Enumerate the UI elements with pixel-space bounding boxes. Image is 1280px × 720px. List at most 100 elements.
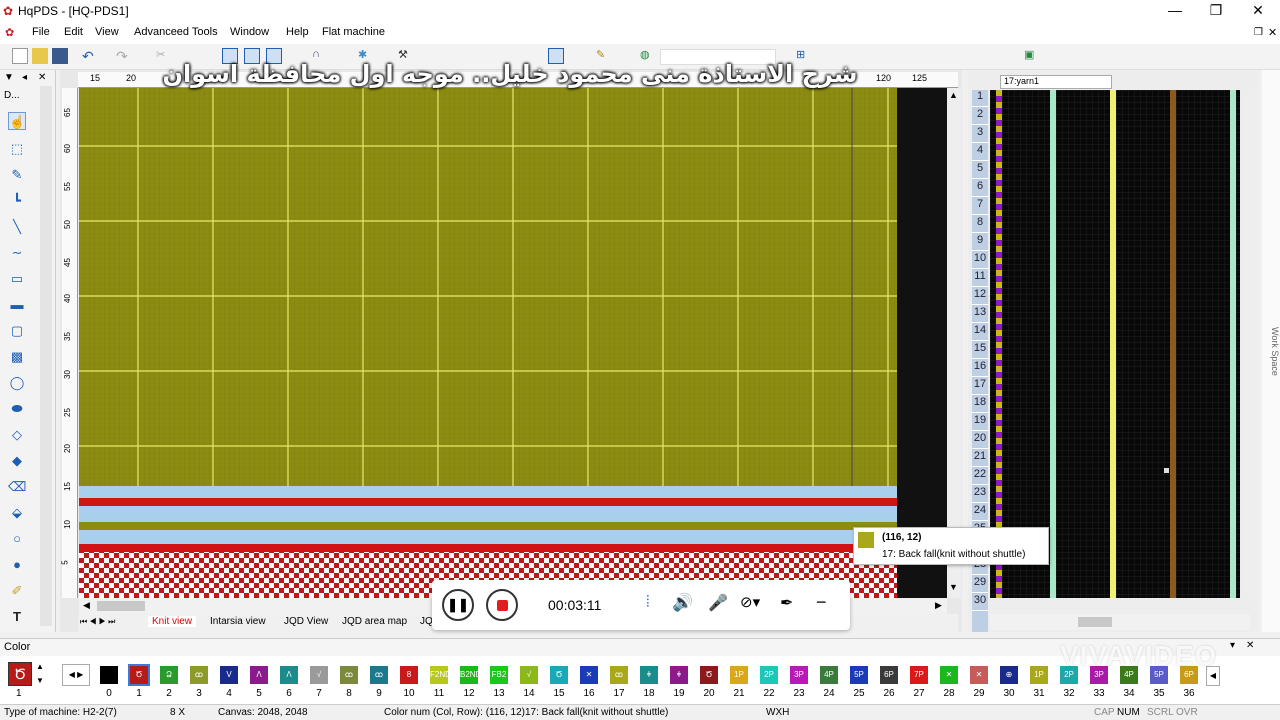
fill-eraser-icon[interactable]: ⬙ <box>8 504 26 522</box>
scroll-thumb[interactable] <box>1078 617 1112 627</box>
color-swatch[interactable]: Λ <box>280 666 298 684</box>
color-swatch[interactable]: ꝏ <box>370 666 388 684</box>
spin-up-icon[interactable]: ▲ <box>36 662 44 671</box>
microphone-icon[interactable]: 🎤 <box>708 593 728 613</box>
hand-tool-icon[interactable]: ☝ <box>8 112 26 130</box>
color-swatch[interactable]: B2ND <box>460 666 481 684</box>
color-swatch[interactable]: ǂ <box>640 666 658 684</box>
yarn-vertical-scrollbar[interactable] <box>1244 90 1258 598</box>
scroll-down-icon[interactable]: ▼ <box>949 582 958 592</box>
redo-icon[interactable]: ↷ <box>116 48 132 64</box>
scroll-left-icon[interactable]: ◀ <box>83 600 90 611</box>
text-tool-icon[interactable]: T <box>8 608 26 626</box>
rounded-rect-icon[interactable]: ▢ <box>8 322 26 340</box>
pause-button[interactable]: ❚❚ <box>442 589 474 621</box>
curve-tool-icon[interactable]: ∼ <box>8 244 26 262</box>
rectangle-icon[interactable]: ▭ <box>8 270 26 288</box>
mdi-restore-icon[interactable]: ❐ <box>1254 27 1263 38</box>
panel-pin-icon[interactable]: ◂ <box>22 72 27 83</box>
color-swatch[interactable]: ⊕ <box>1000 666 1018 684</box>
export-icon[interactable]: ▣ <box>1024 48 1040 64</box>
maximize-button[interactable]: ❐ <box>1196 0 1236 22</box>
color-swatch[interactable]: V <box>220 666 238 684</box>
color-swatch[interactable]: Ծ <box>128 664 150 686</box>
spin-down-icon[interactable]: ▼ <box>36 676 44 685</box>
color-swatch[interactable]: F2ND <box>430 666 451 684</box>
close-button[interactable]: ✕ <box>1238 0 1278 22</box>
color-swatch[interactable]: ✕ <box>580 666 598 684</box>
diamond-icon[interactable]: ◇ <box>8 426 26 444</box>
menu-flat-machine[interactable]: Flat machine <box>316 26 391 38</box>
filled-diamond-icon[interactable]: ◆ <box>8 452 26 470</box>
filled-circle-icon[interactable]: ● <box>8 556 26 574</box>
eyedropper-icon[interactable]: ✐ <box>8 582 26 600</box>
filled-rounded-rect-icon[interactable]: ▩ <box>8 348 26 366</box>
menu-advanced-tools[interactable]: Advanceed Tools <box>128 26 224 38</box>
color-swatch[interactable]: √ <box>520 666 538 684</box>
color-swatch[interactable]: Ծ <box>550 666 568 684</box>
tool-scrollbar[interactable] <box>40 86 52 626</box>
scroll-thumb[interactable] <box>97 601 145 611</box>
color-swatch[interactable]: ꝏ <box>340 666 358 684</box>
color-swatch[interactable]: √ <box>310 666 328 684</box>
minimize-recorder-icon[interactable]: − <box>816 592 827 613</box>
undo-icon[interactable]: ↶ <box>82 48 98 64</box>
color-swatch[interactable]: ✕ <box>940 666 958 684</box>
menu-edit[interactable]: Edit <box>58 26 89 38</box>
menu-window[interactable]: Window <box>224 26 275 38</box>
stop-button[interactable] <box>486 589 518 621</box>
color-swatch[interactable]: ǂ <box>670 666 688 684</box>
tab-nav-icons[interactable]: ⏮ ◀ ▶ ⏭ <box>80 617 115 627</box>
select-rect-icon[interactable]: ⬚ <box>8 140 26 158</box>
menu-help[interactable]: Help <box>280 26 315 38</box>
yarn-horizontal-scrollbar[interactable] <box>990 614 1250 630</box>
menu-file[interactable]: File <box>26 26 56 38</box>
color-swatch[interactable]: 2P <box>760 666 778 684</box>
color-swatch[interactable]: Ծ <box>700 666 718 684</box>
color-swatch[interactable]: 3P <box>790 666 808 684</box>
menu-view[interactable]: View <box>89 26 125 38</box>
color-swatch[interactable] <box>100 666 118 684</box>
mdi-close-icon[interactable]: ✕ <box>1268 26 1277 39</box>
eraser-icon[interactable]: ⌫ <box>8 478 26 496</box>
step-line-icon[interactable]: ┗ <box>8 192 26 210</box>
scroll-right-icon[interactable]: ▶ <box>935 600 942 611</box>
scroll-up-icon[interactable]: ▲ <box>949 90 958 100</box>
yarn-select[interactable]: 17:yarn1 <box>1000 75 1112 89</box>
knit-grid[interactable] <box>79 88 897 598</box>
tab-knit-view[interactable]: Knit view <box>148 616 197 627</box>
yarn-grid[interactable] <box>990 90 1240 598</box>
color-swatch[interactable]: ✕ <box>970 666 988 684</box>
new-file-icon[interactable] <box>12 48 28 64</box>
color-swatch[interactable]: ꝏ <box>190 666 208 684</box>
color-swatch[interactable]: ꝏ <box>610 666 628 684</box>
color-swatch[interactable]: 1P <box>730 666 748 684</box>
color-swatch[interactable]: 7P <box>910 666 928 684</box>
tab-intarsia-view[interactable]: Intarsia view <box>206 616 270 627</box>
color-swatch[interactable]: 1P <box>1030 666 1048 684</box>
circle-select-icon[interactable]: ○ <box>8 530 26 548</box>
panel-close-icon[interactable]: ✕ <box>38 72 46 83</box>
current-color-swatch[interactable]: Ծ <box>8 662 32 686</box>
tab-jqd-view[interactable]: JQD View <box>280 616 332 627</box>
save-icon[interactable] <box>52 48 68 64</box>
minimize-button[interactable]: — <box>1155 0 1195 22</box>
speaker-icon[interactable]: 🔊 <box>672 593 693 613</box>
swatch-scroll-icon[interactable]: ◀ ▶ <box>62 664 90 686</box>
camera-off-icon[interactable]: ⊘▾ <box>740 593 760 611</box>
tab-jqd-area-map[interactable]: JQD area map <box>338 616 411 627</box>
color-swatch[interactable]: FB2 <box>490 666 508 684</box>
color-swatch[interactable]: Λ <box>250 666 268 684</box>
panel-collapse-icon[interactable]: ▼ <box>4 72 14 83</box>
line-icon[interactable]: ╲ <box>8 218 26 236</box>
ellipse-icon[interactable]: ◯ <box>8 374 26 392</box>
workspace-label[interactable]: Work Space <box>1262 70 1280 632</box>
canvas-vertical-scrollbar[interactable]: ▲ ▼ <box>947 88 961 598</box>
color-swatch[interactable]: 4P <box>820 666 838 684</box>
draw-icon[interactable]: ✒ <box>780 593 793 613</box>
color-swatch[interactable]: 8 <box>400 666 418 684</box>
filled-rectangle-icon[interactable]: ▬ <box>8 296 26 314</box>
open-folder-icon[interactable] <box>32 48 48 64</box>
pencil-icon[interactable]: ✎ <box>8 166 26 184</box>
color-swatch[interactable]: 6P <box>880 666 898 684</box>
